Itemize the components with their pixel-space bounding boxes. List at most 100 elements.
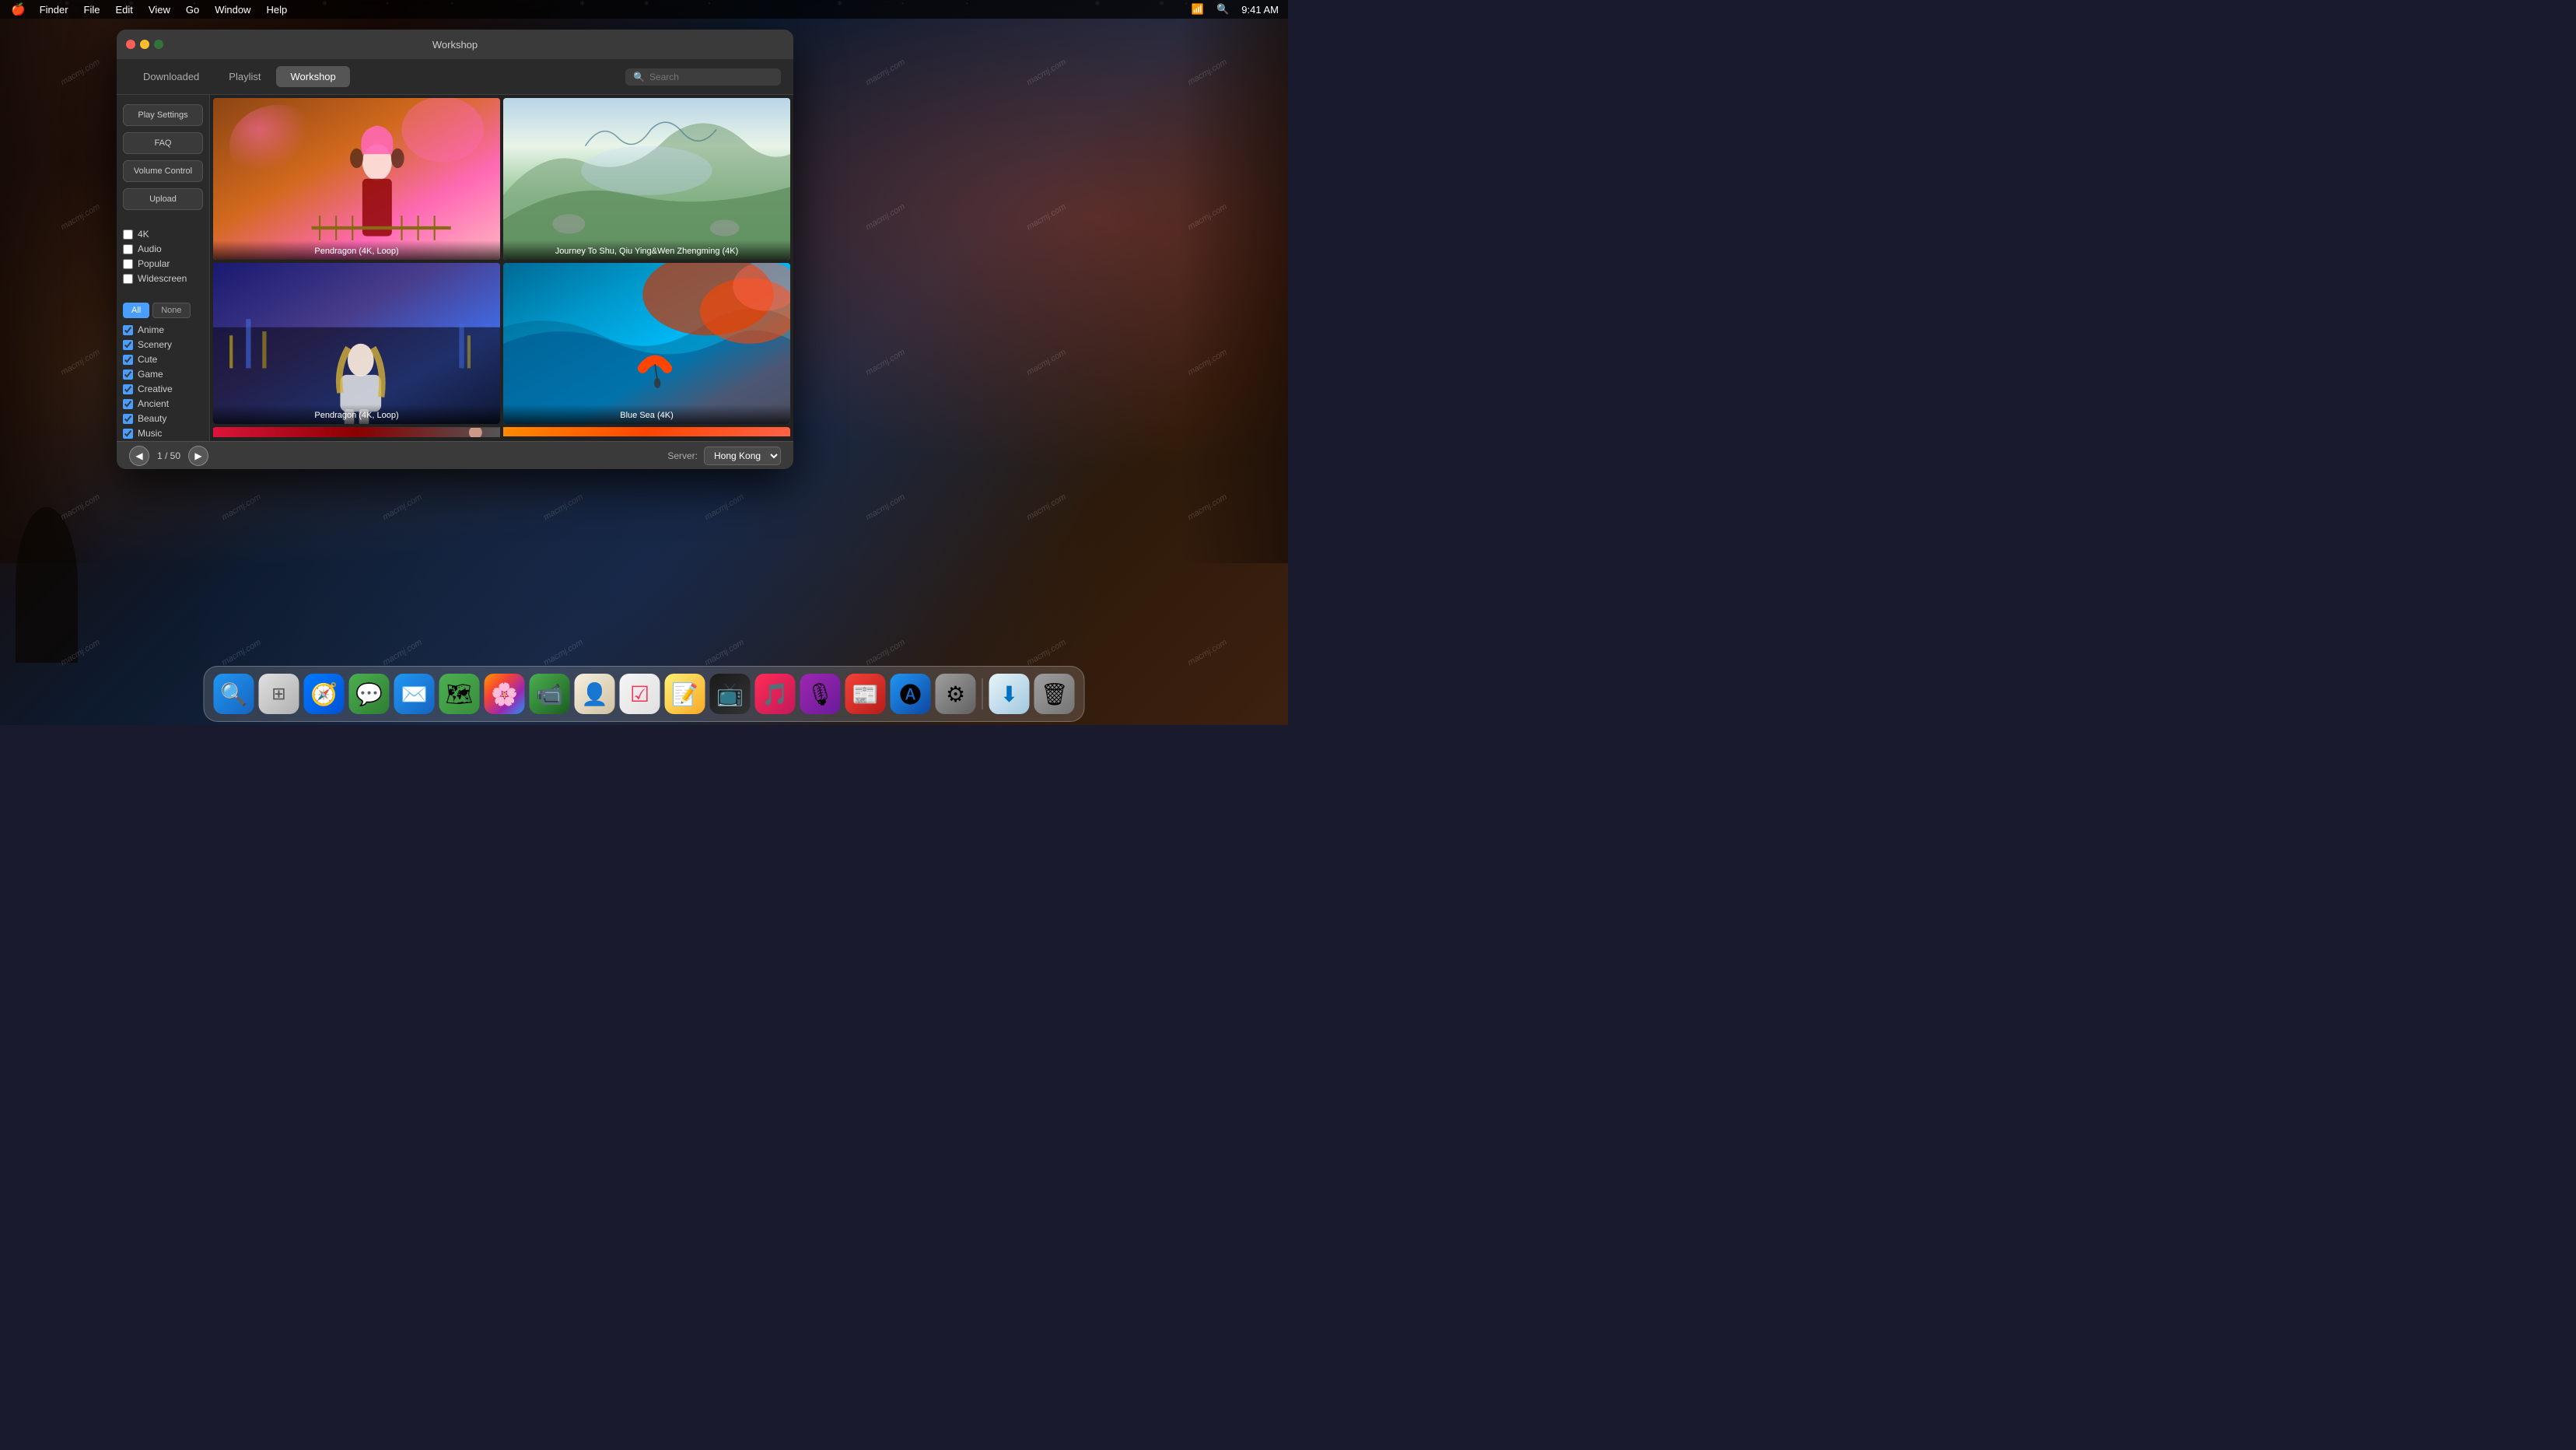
cat-cute[interactable]: Cute	[123, 354, 203, 365]
filter-all-none: All None	[123, 303, 203, 318]
wallpaper-4-svg	[503, 263, 790, 425]
volume-control-button[interactable]: Volume Control	[123, 160, 203, 182]
dock-messages[interactable]: 💬	[349, 674, 390, 714]
dock-downloads[interactable]: ⬇	[989, 674, 1030, 714]
cat-anime[interactable]: Anime	[123, 324, 203, 335]
messages-icon: 💬	[355, 681, 383, 707]
server-section: Server: Hong Kong US West Europe Japan S…	[667, 447, 781, 465]
window-body: Play Settings FAQ Volume Control Upload …	[117, 95, 793, 441]
dock-facetime[interactable]: 📹	[530, 674, 570, 714]
filter-all-button[interactable]: All	[123, 303, 149, 318]
menubar-search-icon[interactable]: 🔍	[1213, 2, 1232, 17]
tab-downloaded[interactable]: Downloaded	[129, 66, 213, 87]
checkbox-widescreen-label: Widescreen	[138, 273, 187, 284]
prev-page-button[interactable]: ◀	[129, 446, 149, 466]
checkbox-creative[interactable]	[123, 384, 133, 394]
menu-edit[interactable]: Edit	[110, 2, 139, 17]
checkbox-music[interactable]	[123, 429, 133, 439]
wallpaper-item-4[interactable]: Blue Sea (4K)	[503, 263, 790, 425]
filter-4k[interactable]: 4K	[123, 229, 203, 240]
photos-icon: 🌸	[491, 681, 518, 707]
wallpaper-item-3[interactable]: Pendragon (4K, Loop)	[213, 263, 500, 425]
dock-maps[interactable]: 🗺	[439, 674, 480, 714]
wallpaper-item-1[interactable]: Pendragon (4K, Loop)	[213, 98, 500, 260]
menu-finder[interactable]: Finder	[33, 2, 75, 17]
cat-scenery[interactable]: Scenery	[123, 339, 203, 350]
maximize-button[interactable]	[154, 40, 163, 49]
menu-window[interactable]: Window	[208, 2, 257, 17]
server-label: Server:	[667, 450, 698, 461]
sidebar: Play Settings FAQ Volume Control Upload …	[117, 95, 210, 441]
menu-help[interactable]: Help	[260, 2, 293, 17]
wallpaper-item-5-partial[interactable]	[213, 427, 500, 436]
workshop-window: Workshop Downloaded Playlist Workshop 🔍 …	[117, 30, 793, 469]
filter-none-button[interactable]: None	[152, 303, 190, 318]
checkbox-anime[interactable]	[123, 325, 133, 335]
checkbox-widescreen[interactable]	[123, 274, 133, 284]
cat-music[interactable]: Music	[123, 428, 203, 439]
dock-finder[interactable]: 🔍	[214, 674, 254, 714]
server-select[interactable]: Hong Kong US West Europe Japan Singapore	[704, 447, 781, 465]
checkbox-ancient-label: Ancient	[138, 398, 169, 409]
menu-view[interactable]: View	[142, 2, 177, 17]
dock-music[interactable]: 🎵	[755, 674, 796, 714]
content-area[interactable]: Pendragon (4K, Loop)	[210, 95, 793, 441]
search-input[interactable]	[649, 72, 773, 82]
wallpaper-item-6-partial[interactable]	[503, 427, 790, 436]
dock-safari[interactable]: 🧭	[304, 674, 345, 714]
checkbox-scenery[interactable]	[123, 340, 133, 350]
next-page-button[interactable]: ▶	[188, 446, 208, 466]
dock-reminders[interactable]: ☑	[620, 674, 660, 714]
close-button[interactable]	[126, 40, 135, 49]
wallpaper-grid: Pendragon (4K, Loop)	[213, 98, 790, 436]
maps-icon: 🗺	[446, 681, 474, 707]
checkbox-scenery-label: Scenery	[138, 339, 172, 350]
faq-button[interactable]: FAQ	[123, 132, 203, 154]
dock-separator	[982, 678, 983, 709]
checkbox-ancient[interactable]	[123, 399, 133, 409]
dock-podcasts[interactable]: 🎙	[800, 674, 841, 714]
filter-audio[interactable]: Audio	[123, 243, 203, 254]
cat-game[interactable]: Game	[123, 369, 203, 380]
menu-go[interactable]: Go	[180, 2, 205, 17]
tabs-bar: Downloaded Playlist Workshop 🔍	[117, 59, 793, 95]
dock-notes[interactable]: 📝	[665, 674, 705, 714]
upload-button[interactable]: Upload	[123, 188, 203, 210]
wallpaper-3-label: Pendragon (4K, Loop)	[213, 405, 500, 424]
tab-playlist[interactable]: Playlist	[215, 66, 275, 87]
notes-icon: 📝	[671, 681, 698, 707]
dock-mail[interactable]: ✉️	[394, 674, 435, 714]
cat-beauty[interactable]: Beauty	[123, 413, 203, 424]
dock-appletv[interactable]: 📺	[710, 674, 751, 714]
dock-launchpad[interactable]: ⊞	[259, 674, 299, 714]
filter-popular[interactable]: Popular	[123, 258, 203, 269]
checkbox-popular[interactable]	[123, 259, 133, 269]
checkbox-beauty[interactable]	[123, 414, 133, 424]
figure-silhouette	[16, 507, 78, 663]
play-settings-button[interactable]: Play Settings	[123, 104, 203, 126]
cat-ancient[interactable]: Ancient	[123, 398, 203, 409]
minimize-button[interactable]	[140, 40, 149, 49]
tab-workshop[interactable]: Workshop	[276, 66, 349, 87]
filter-widescreen[interactable]: Widescreen	[123, 273, 203, 284]
dock-appstore[interactable]: 🅐	[891, 674, 931, 714]
dock-contacts[interactable]: 👤	[575, 674, 615, 714]
checkbox-cute[interactable]	[123, 355, 133, 365]
apple-menu[interactable]: 🍎	[6, 1, 30, 18]
dock-trash[interactable]: 🗑	[1034, 674, 1075, 714]
wallpaper-5-svg	[213, 428, 500, 437]
menu-file[interactable]: File	[78, 2, 107, 17]
cat-creative[interactable]: Creative	[123, 384, 203, 394]
dock-photos[interactable]: 🌸	[485, 674, 525, 714]
dock: 🔍 ⊞ 🧭 💬 ✉️ 🗺 🌸 📹 👤 ☑ 📝 📺 🎵 🎙 📰 🅐	[204, 666, 1085, 722]
checkbox-4k[interactable]	[123, 229, 133, 240]
checkbox-game[interactable]	[123, 370, 133, 380]
dock-settings[interactable]: ⚙	[936, 674, 976, 714]
checkbox-4k-label: 4K	[138, 229, 149, 240]
title-bar: Workshop	[117, 30, 793, 59]
menubar-right: 📶 🔍 9:41 AM	[1188, 2, 1282, 17]
contacts-icon: 👤	[581, 681, 608, 707]
wallpaper-item-2[interactable]: Journey To Shu, Qiu Ying&Wen Zhengming (…	[503, 98, 790, 260]
checkbox-audio[interactable]	[123, 244, 133, 254]
dock-news[interactable]: 📰	[845, 674, 886, 714]
